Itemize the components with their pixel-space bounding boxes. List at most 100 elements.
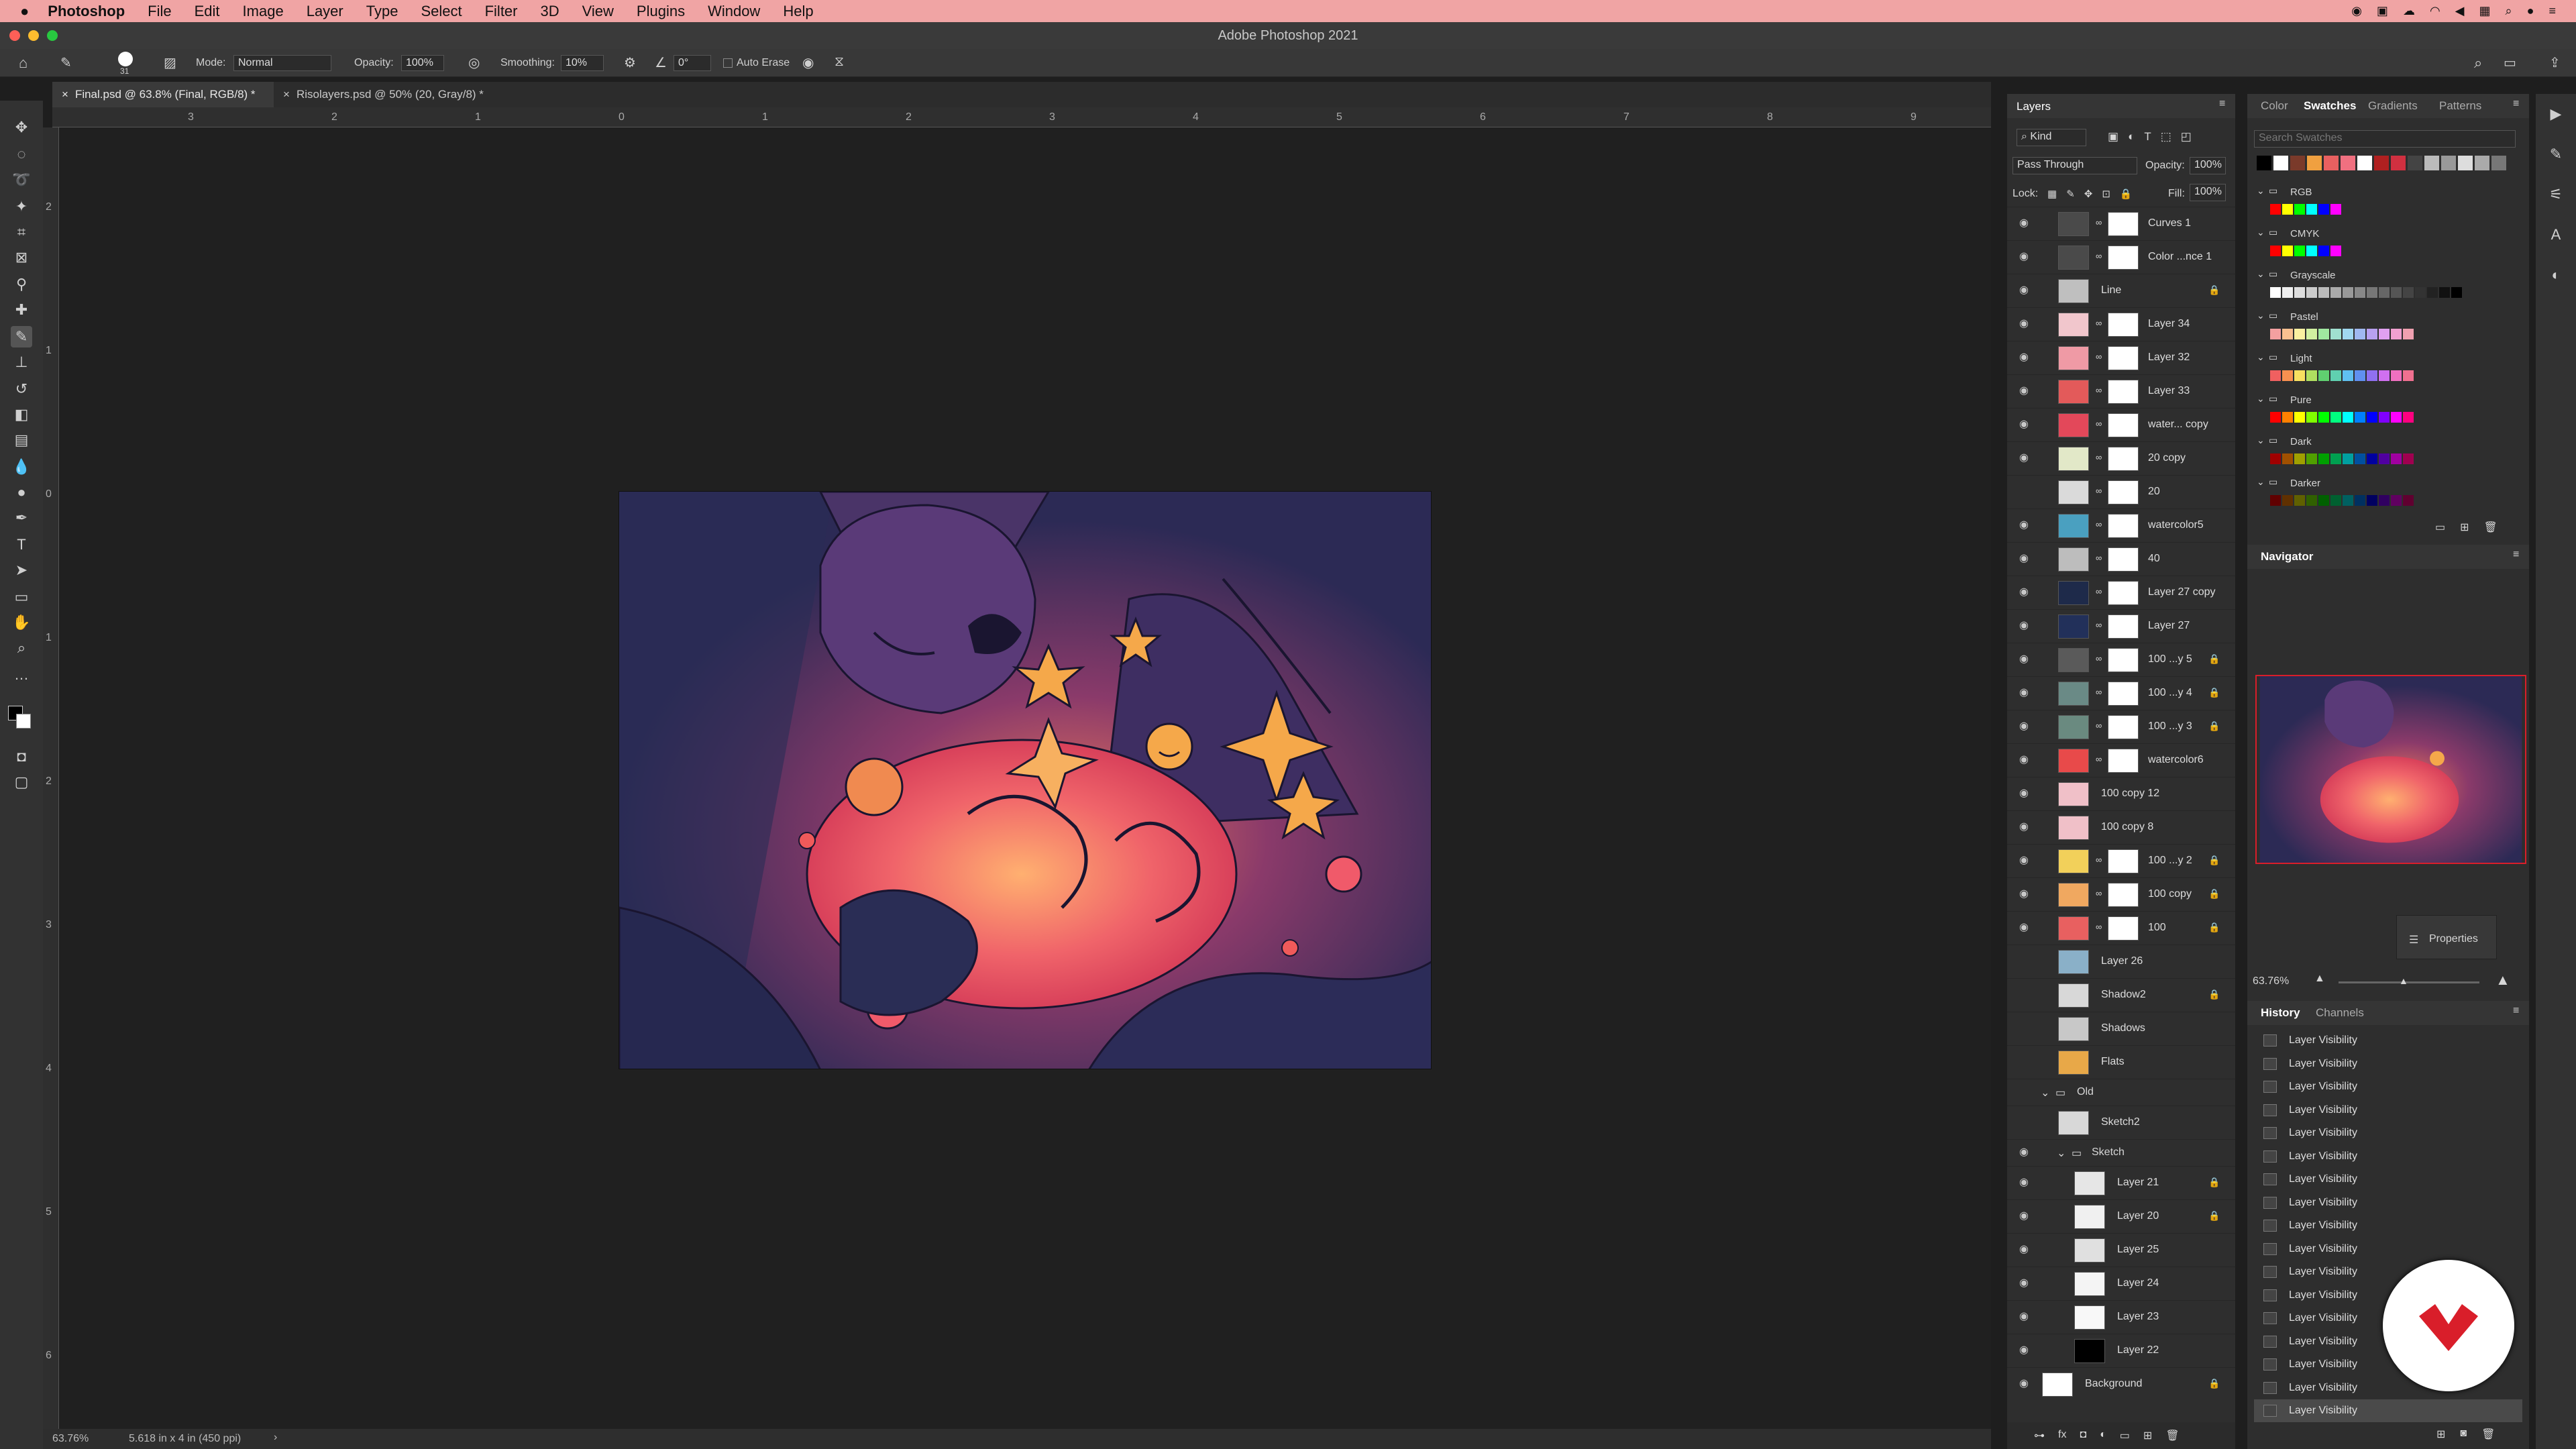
rectangle-tool-icon[interactable]: ▭ [11,586,32,608]
swatch[interactable] [2273,156,2288,170]
menu-window[interactable]: Window [708,3,760,20]
layer-mask-thumbnail[interactable] [2108,413,2139,437]
menu-filter[interactable]: Filter [485,3,518,20]
swatch[interactable] [2408,156,2422,170]
swatch[interactable] [2330,412,2341,423]
visibility-eye-icon[interactable]: ◉ [2019,1211,2031,1222]
delete-state-icon[interactable]: 🗑 [2481,1428,2495,1441]
layer-thumbnail[interactable] [2058,682,2089,706]
swatch[interactable] [2391,495,2402,506]
zoom-window-button[interactable] [47,30,58,41]
swatch[interactable] [2294,246,2305,256]
layer-name[interactable]: 100 copy [2148,888,2192,900]
layer-mask-thumbnail[interactable] [2108,849,2139,873]
layer-name[interactable]: water... copy [2148,419,2208,431]
panel-menu-icon[interactable]: ≡ [2219,98,2225,110]
link-layers-icon[interactable]: ⊶ [2034,1429,2045,1442]
layer-thumbnail[interactable] [2074,1171,2105,1195]
history-state[interactable]: Layer Visibility [2254,1168,2522,1191]
layer-name[interactable]: Sketch2 [2101,1116,2140,1128]
visibility-eye-icon[interactable]: ◉ [2019,721,2031,732]
symmetry-icon[interactable]: ⧖ [835,54,844,70]
user-icon[interactable]: ● [2527,4,2534,18]
swatch-group[interactable]: ⌄ ▭ Pastel [2254,309,2509,349]
menu-plugins[interactable]: Plugins [637,3,685,20]
layer-row[interactable]: ◉ ∞ 100 ...y 3 🔒 [2007,710,2235,743]
swatch[interactable] [2379,412,2390,423]
opacity-field[interactable]: 100% [401,55,444,71]
swatch[interactable] [2391,329,2402,339]
workspace-icon[interactable]: ▭ [2504,54,2516,71]
mode-select[interactable]: Normal [233,55,331,71]
layer-mask-thumbnail[interactable] [2108,480,2139,504]
layer-row[interactable]: ◉ ∞ Layer 33 [2007,374,2235,408]
swatch[interactable] [2391,453,2402,464]
minimize-window-button[interactable] [28,30,39,41]
frame-tool-icon[interactable]: ⊠ [11,247,32,268]
swatch[interactable] [2306,370,2317,381]
layer-thumbnail[interactable] [2058,614,2089,639]
close-tab-icon[interactable]: × [283,88,290,101]
apple-icon[interactable]: ● [20,3,29,20]
swatch[interactable] [2491,156,2506,170]
swatch[interactable] [2282,329,2293,339]
layer-row[interactable]: ◉ ∞ watercolor6 [2007,743,2235,777]
swatch[interactable] [2290,156,2305,170]
visibility-eye-icon[interactable]: ◉ [2019,889,2031,900]
layer-row[interactable]: ◉ ∞ 100 ...y 2 🔒 [2007,844,2235,877]
close-tab-icon[interactable]: × [62,88,68,101]
swatch[interactable] [2282,495,2293,506]
swatch[interactable] [2270,495,2281,506]
layer-mask-thumbnail[interactable] [2108,346,2139,370]
layer-name[interactable]: 100 ...y 3 [2148,720,2192,733]
swatch[interactable] [2391,287,2402,298]
brush-preset-icon[interactable] [118,52,133,66]
swatch[interactable] [2257,156,2271,170]
swatch[interactable] [2343,412,2353,423]
zoom-slider[interactable] [2339,981,2479,983]
menu-image[interactable]: Image [243,3,284,20]
layer-name[interactable]: Flats [2101,1056,2125,1068]
mask-link-icon[interactable]: ∞ [2096,318,2102,328]
swatch[interactable] [2379,453,2390,464]
visibility-eye-icon[interactable]: ◉ [2019,822,2031,833]
visibility-eye-icon[interactable]: ◉ [2019,922,2031,933]
swatch-group[interactable]: ⌄ ▭ RGB [2254,184,2509,224]
new-group-icon[interactable]: ▭ [2120,1429,2130,1442]
history-brush-icon[interactable]: ↺ [11,378,32,400]
swatch[interactable] [2374,156,2389,170]
swatch[interactable] [2330,287,2341,298]
swatch[interactable] [2403,370,2414,381]
layer-name[interactable]: Color ...nce 1 [2148,251,2212,263]
swatch[interactable] [2270,412,2281,423]
share-icon[interactable]: ⇪ [2549,54,2561,71]
path-selection-icon[interactable]: ➤ [11,559,32,581]
swatch[interactable] [2355,412,2365,423]
swatch[interactable] [2427,287,2438,298]
history-state[interactable]: Layer Visibility [2254,1399,2522,1422]
angle-icon[interactable]: ∠ [655,54,667,71]
pressure-opacity-icon[interactable]: ◎ [468,54,480,71]
layer-thumbnail[interactable] [2058,849,2089,873]
swatch[interactable] [2415,287,2426,298]
layer-mask-thumbnail[interactable] [2108,614,2139,639]
delete-swatch-icon[interactable]: 🗑 [2484,521,2498,534]
type-tool-icon[interactable]: T [11,534,32,555]
visibility-eye-icon[interactable]: ◉ [2019,1379,2031,1389]
layer-mask-thumbnail[interactable] [2108,212,2139,236]
dodge-icon[interactable]: ● [11,482,32,503]
visibility-eye-icon[interactable]: ◉ [2019,1177,2031,1188]
panel-menu-icon[interactable]: ≡ [2513,98,2519,110]
layer-mask-thumbnail[interactable] [2108,682,2139,706]
layer-thumbnail[interactable] [2058,916,2089,941]
layer-name[interactable]: Layer 23 [2117,1311,2159,1323]
layer-name[interactable]: Layer 26 [2101,955,2143,967]
more-tools-icon[interactable]: … [11,664,32,686]
pen-tool-icon[interactable]: ✒ [11,507,32,529]
layer-name[interactable]: Layer 22 [2117,1344,2159,1356]
swatch[interactable] [2330,453,2341,464]
layer-name[interactable]: 20 [2148,486,2160,498]
swatch[interactable] [2403,329,2414,339]
swatch-group[interactable]: ⌄ ▭ Dark [2254,433,2509,474]
chevron-down-icon[interactable]: ⌄ [2257,268,2265,280]
